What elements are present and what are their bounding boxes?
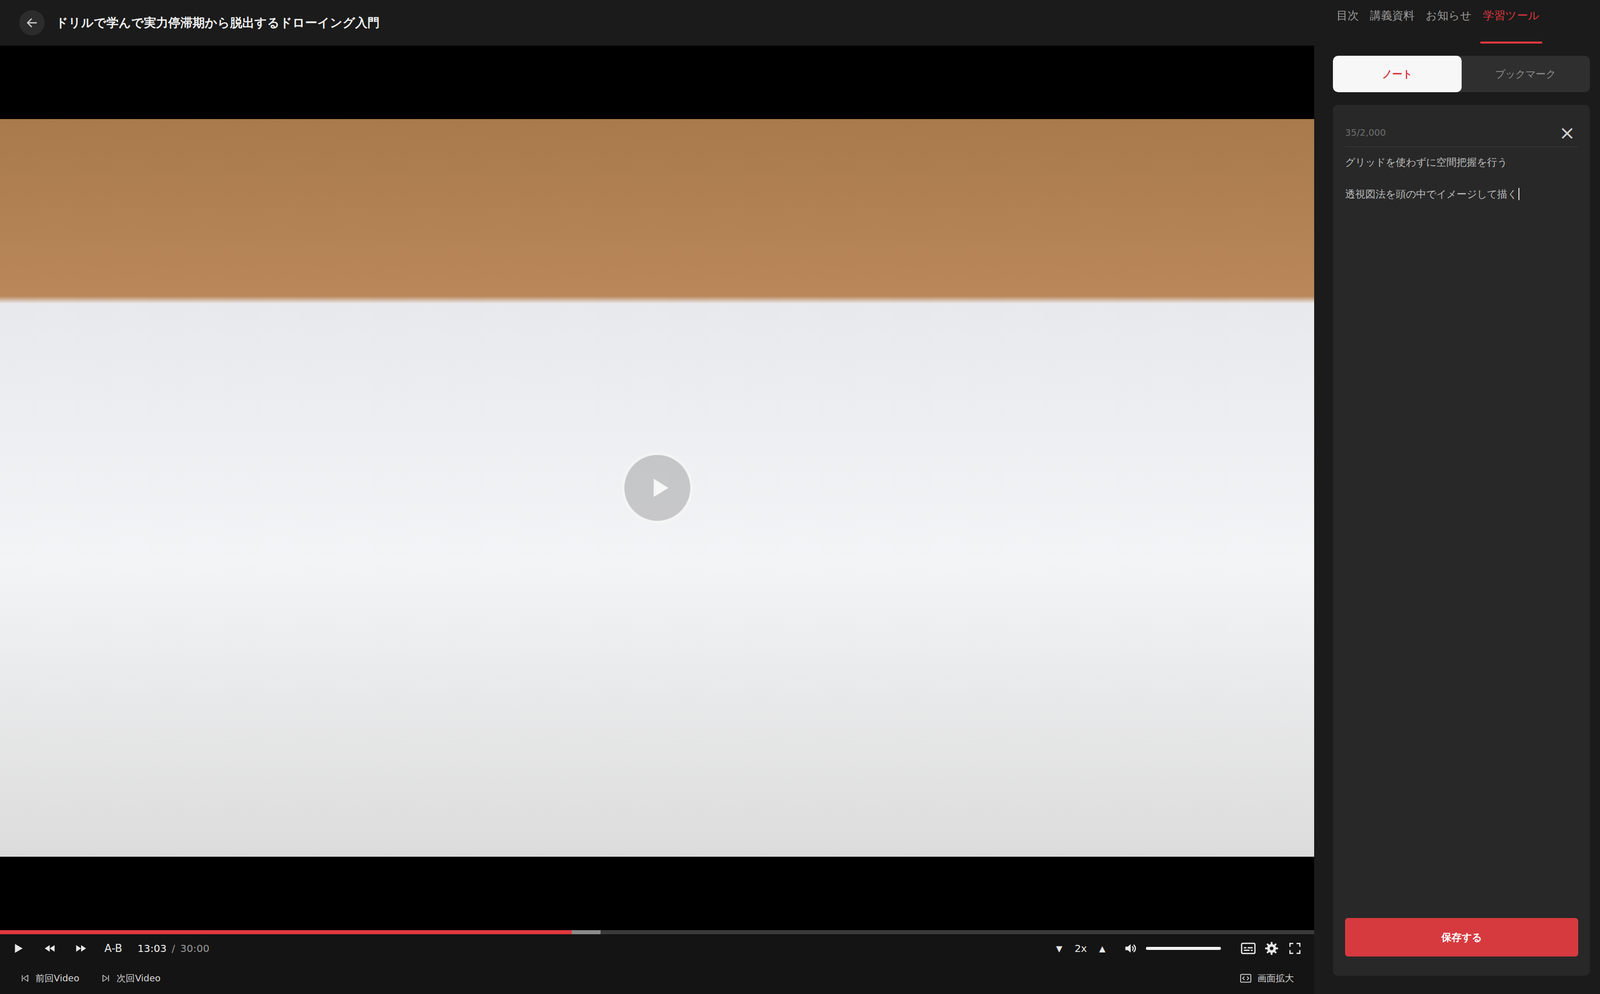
settings-button[interactable] <box>1263 938 1280 959</box>
fullscreen-button[interactable] <box>1286 938 1304 959</box>
mode-tab[interactable]: ブックマーク <box>1461 55 1591 93</box>
player-area: ドリルで学んで実力停滞期から脱出するドローイング入門 A-B 13:03 / 30:00… <box>0 0 1315 994</box>
note-line: グリッドを使わずに空間把握を行う <box>1345 154 1579 170</box>
progress-buffered <box>571 930 601 935</box>
subtitles-button[interactable] <box>1240 938 1257 959</box>
top-bar: ドリルで学んで実力停滞期から脱出するドローイング入門 <box>0 0 1315 46</box>
skip-next-icon <box>101 974 111 984</box>
play-icon <box>11 942 25 956</box>
side-tab[interactable]: 目次 <box>1333 0 1362 44</box>
duration: 30:00 <box>180 942 210 955</box>
previous-video-label: 前回Video <box>35 972 80 985</box>
previous-video-button[interactable]: 前回Video <box>20 972 80 985</box>
rewind-icon <box>43 942 57 956</box>
footer-bar: 前回Video 次回Video 画面拡大 <box>0 962 1315 994</box>
side-tab[interactable]: 講義資料 <box>1367 0 1418 44</box>
app: ドリルで学んで実力停滞期から脱出するドローイング入門 A-B 13:03 / 30:00… <box>0 0 1600 994</box>
play-button[interactable] <box>10 938 27 959</box>
current-time: 13:03 <box>137 942 167 955</box>
ab-repeat-button[interactable]: A-B <box>104 942 123 955</box>
next-video-button[interactable]: 次回Video <box>101 972 161 985</box>
volume-fill <box>1145 947 1221 951</box>
zoom-button[interactable]: 画面拡大 <box>1240 972 1294 985</box>
note-editor: 35/2,000 × グリッドを使わずに空間把握を行う透視図法を頭の中でイメージして… <box>1332 104 1590 977</box>
progress-bar[interactable] <box>0 930 1315 935</box>
speed-down-button[interactable]: ▼ <box>1054 944 1065 954</box>
speed-up-button[interactable]: ▲ <box>1097 944 1108 954</box>
expand-icon <box>1240 974 1252 984</box>
play-icon <box>645 474 674 502</box>
fullscreen-icon <box>1288 942 1302 956</box>
skip-previous-icon <box>20 974 30 984</box>
note-textarea[interactable]: グリッドを使わずに空間把握を行う透視図法を頭の中でイメージして描く <box>1345 146 1579 919</box>
video-frame <box>0 119 1315 858</box>
control-bar: A-B 13:03 / 30:00 ▼ 2x ▲ <box>0 934 1315 963</box>
gear-icon <box>1264 941 1279 956</box>
episode-nav: 前回Video 次回Video <box>20 972 161 985</box>
side-panel: 目次講義資料お知らせ学習ツールノートブックマーク35/2,000×グリッドを使わ… <box>1314 0 1600 994</box>
rewind-button[interactable] <box>41 938 58 959</box>
volume-button[interactable] <box>1122 938 1139 959</box>
side-tab[interactable]: 学習ツール <box>1480 0 1543 44</box>
speaker-icon <box>1123 941 1138 956</box>
progress-played <box>0 930 572 935</box>
side-tab[interactable]: お知らせ <box>1423 0 1475 44</box>
time-separator: / <box>171 942 176 955</box>
note-header: 35/2,000 × <box>1345 104 1579 147</box>
video-stage[interactable] <box>0 45 1315 931</box>
forward-button[interactable] <box>72 938 90 959</box>
zoom-label: 画面拡大 <box>1257 972 1294 985</box>
back-button[interactable] <box>19 10 45 36</box>
mode-tab[interactable]: ノート <box>1332 55 1462 93</box>
fast-forward-icon <box>74 942 88 956</box>
note-line: 透視図法を頭の中でイメージして描く <box>1345 186 1579 202</box>
side-tab-bar: 目次講義資料お知らせ学習ツール <box>1332 0 1590 44</box>
play-overlay-button[interactable] <box>621 452 694 525</box>
speed-value: 2x <box>1071 942 1091 955</box>
close-button[interactable]: × <box>1555 126 1579 140</box>
time-display: 13:03 / 30:00 <box>137 942 210 955</box>
next-video-label: 次回Video <box>116 972 161 985</box>
save-button[interactable]: 保存する <box>1345 918 1579 957</box>
control-right: ▼ 2x ▲ <box>1054 938 1304 959</box>
volume-slider[interactable] <box>1145 947 1221 951</box>
text-caret <box>1518 188 1520 201</box>
char-counter: 35/2,000 <box>1345 126 1387 140</box>
course-title: ドリルで学んで実力停滞期から脱出するドローイング入門 <box>55 14 380 31</box>
subtitles-icon <box>1240 941 1256 956</box>
mode-toggle: ノートブックマーク <box>1332 55 1590 93</box>
arrow-left-icon <box>25 16 39 30</box>
control-left: A-B 13:03 / 30:00 <box>10 938 210 959</box>
